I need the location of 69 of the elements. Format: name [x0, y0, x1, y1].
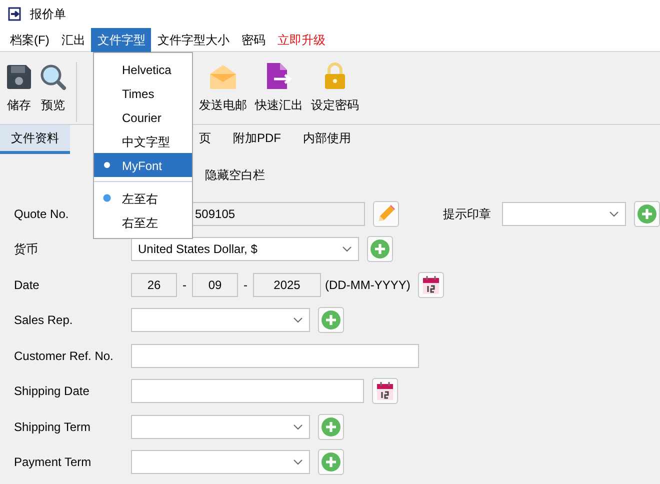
add-icon [637, 204, 657, 224]
field-label: 货币 [13, 241, 39, 258]
toolbar-button[interactable]: 发送电邮 [195, 60, 251, 124]
calendar-icon [422, 274, 440, 295]
menu-item[interactable]: 密码 [235, 28, 272, 52]
date-separator: - [182, 276, 188, 294]
field-label: 提示印章 [443, 206, 492, 223]
select-field[interactable] [131, 450, 310, 474]
date-field[interactable]: 2025 [253, 272, 321, 297]
field-label: Payment Term [13, 454, 92, 472]
window-title: 报价单 [30, 6, 66, 23]
search-icon [40, 64, 66, 90]
tab[interactable]: 内部使用 [292, 125, 362, 154]
select-field[interactable] [502, 202, 626, 226]
toolbar-button[interactable]: 快速汇出 [251, 60, 307, 124]
tab[interactable]: 附加PDF [222, 125, 292, 154]
calendar-button[interactable] [418, 272, 444, 298]
envelope-icon [209, 64, 237, 90]
date-separator: - [242, 276, 248, 294]
pencil-icon [376, 204, 396, 224]
document-export-icon [8, 7, 22, 21]
chevron-down-icon [342, 246, 352, 252]
chevron-down-icon [609, 210, 619, 217]
input-field[interactable] [131, 379, 364, 404]
chevron-down-icon [293, 459, 303, 466]
add-button[interactable] [318, 414, 344, 440]
add-icon [321, 310, 341, 330]
field-label: Shipping Date [13, 383, 90, 400]
calendar-button[interactable] [372, 378, 398, 404]
edit-button[interactable] [373, 200, 399, 227]
date-field[interactable]: 26 [131, 272, 177, 297]
menu-item[interactable]: Times [94, 81, 192, 105]
menu-item[interactable]: 汇出 [55, 28, 92, 52]
add-button[interactable] [634, 200, 660, 227]
input-field[interactable]: 509105 [193, 202, 365, 226]
menu-item[interactable]: 文件字型 [91, 28, 152, 52]
field-label: Customer Ref. No. [13, 348, 114, 365]
add-icon [321, 416, 341, 437]
menu-item[interactable]: Helvetica [94, 57, 192, 81]
field-label: Sales Rep. [13, 312, 74, 330]
chevron-down-icon [293, 424, 303, 430]
input-field[interactable] [131, 344, 419, 368]
toolbar-button[interactable]: 储存 [2, 60, 36, 124]
add-icon [321, 452, 341, 472]
field-label: Date [13, 276, 40, 294]
chevron-down-icon [293, 317, 303, 324]
option-label: 隐藏空白栏 [205, 167, 265, 184]
upgrade-menu-item[interactable]: 立即升级 [271, 28, 332, 52]
toolbar-button[interactable]: 预览 [36, 60, 70, 124]
menu-item[interactable]: 文件字型大小 [151, 28, 236, 52]
select-field[interactable]: United States Dollar, $ [131, 237, 359, 262]
date-format-hint: (DD-MM-YYYY) [325, 276, 410, 294]
select-field[interactable] [131, 308, 310, 332]
tab[interactable]: 文件资料 [0, 125, 70, 154]
add-icon [370, 239, 390, 260]
calendar-icon [376, 381, 394, 402]
field-label: Shipping Term [13, 418, 92, 436]
field-label: Quote No. [13, 206, 70, 223]
add-button[interactable] [318, 449, 344, 476]
menu-item[interactable]: MyFont [94, 153, 192, 177]
select-field[interactable] [131, 414, 310, 439]
add-button[interactable] [367, 236, 393, 262]
menu-item[interactable]: 档案(F) [4, 28, 56, 52]
menu-item[interactable]: 右至左 [94, 210, 192, 234]
toolbar-button[interactable]: 设定密码 [307, 60, 363, 124]
date-field[interactable]: 09 [192, 272, 238, 297]
document-arrow-icon [265, 62, 293, 90]
padlock-icon [323, 62, 347, 90]
add-button[interactable] [318, 307, 344, 334]
